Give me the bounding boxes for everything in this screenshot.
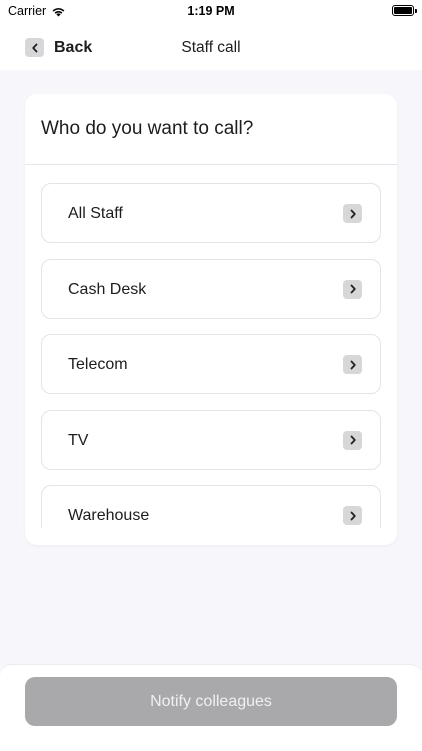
status-bar: Carrier 1:19 PM [0, 0, 422, 22]
option-all-staff[interactable]: All Staff [41, 183, 381, 243]
option-cash-desk[interactable]: Cash Desk [41, 258, 381, 319]
bottom-action-bar: Notify colleagues [0, 664, 422, 751]
option-label: All Staff [68, 205, 123, 222]
option-label: Warehouse [68, 507, 150, 524]
option-telecom[interactable]: Telecom [41, 334, 381, 394]
chevron-right-icon [343, 279, 362, 299]
option-warehouse[interactable]: Warehouse [41, 485, 381, 528]
chevron-right-icon [343, 430, 362, 450]
navigation-bar: Back Staff call [0, 22, 422, 70]
option-label: Telecom [68, 356, 128, 373]
option-label: TV [68, 431, 89, 449]
chevron-right-icon [343, 204, 362, 223]
chevron-right-icon [343, 506, 362, 525]
option-label: Cash Desk [68, 280, 147, 298]
options-scroll-area[interactable]: All Staff Cash Desk Telecom TV Warehouse [25, 165, 397, 528]
page-title: Staff call [181, 39, 241, 56]
card-heading: Who do you want to call? [41, 118, 254, 139]
option-tv[interactable]: TV [41, 409, 381, 470]
chevron-right-icon [343, 355, 362, 374]
option-list: All Staff Cash Desk Telecom TV Warehouse [41, 183, 381, 528]
staff-call-card: Who do you want to call? All Staff Cash … [25, 94, 397, 545]
notify-colleagues-button[interactable]: Notify colleagues [25, 677, 397, 726]
battery-icon [392, 5, 417, 16]
status-time: 1:19 PM [187, 4, 235, 18]
